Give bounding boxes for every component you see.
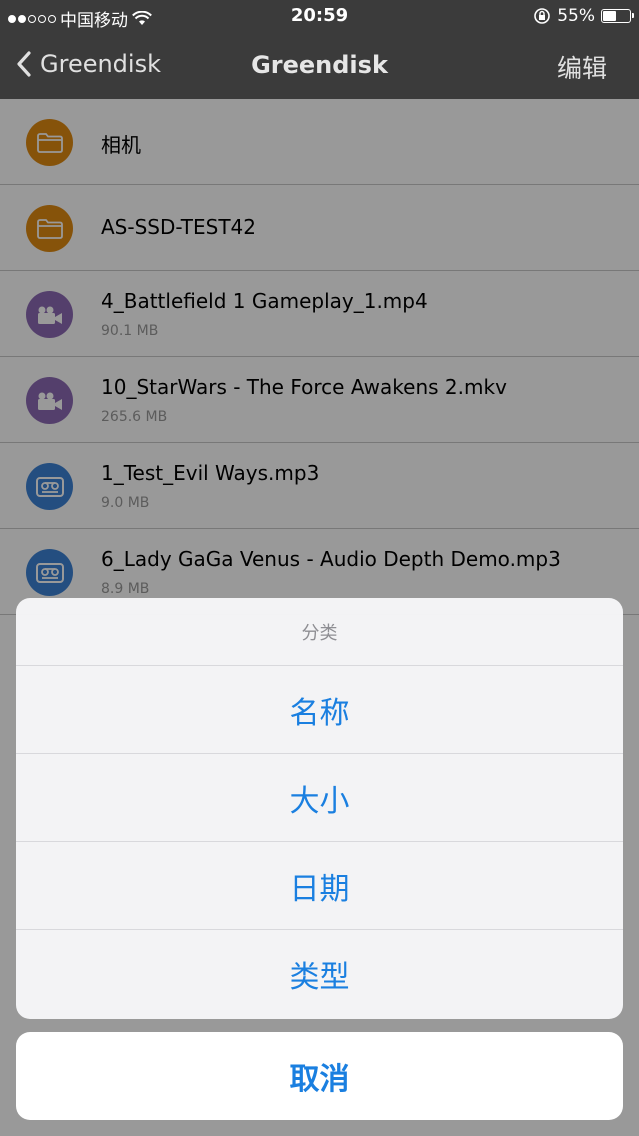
sort-by-date-option[interactable]: 日期 xyxy=(16,842,623,930)
sort-by-size-option[interactable]: 大小 xyxy=(16,754,623,842)
status-bar: 中国移动 20:59 55% xyxy=(0,0,639,32)
status-right: 55% xyxy=(533,6,634,26)
rotation-lock-icon xyxy=(534,8,551,24)
cancel-button[interactable]: 取消 xyxy=(16,1032,623,1120)
battery-icon xyxy=(601,9,634,23)
sort-by-name-option[interactable]: 名称 xyxy=(16,666,623,754)
navigation-bar: Greendisk Greendisk 编辑 xyxy=(0,32,639,99)
sort-action-sheet: 分类 名称 大小 日期 类型 xyxy=(16,598,623,1019)
sort-by-type-option[interactable]: 类型 xyxy=(16,930,623,1018)
battery-percent: 55% xyxy=(557,6,595,26)
page-title: Greendisk xyxy=(251,51,388,79)
edit-button[interactable]: 编辑 xyxy=(557,49,607,85)
action-sheet-title: 分类 xyxy=(16,598,623,666)
